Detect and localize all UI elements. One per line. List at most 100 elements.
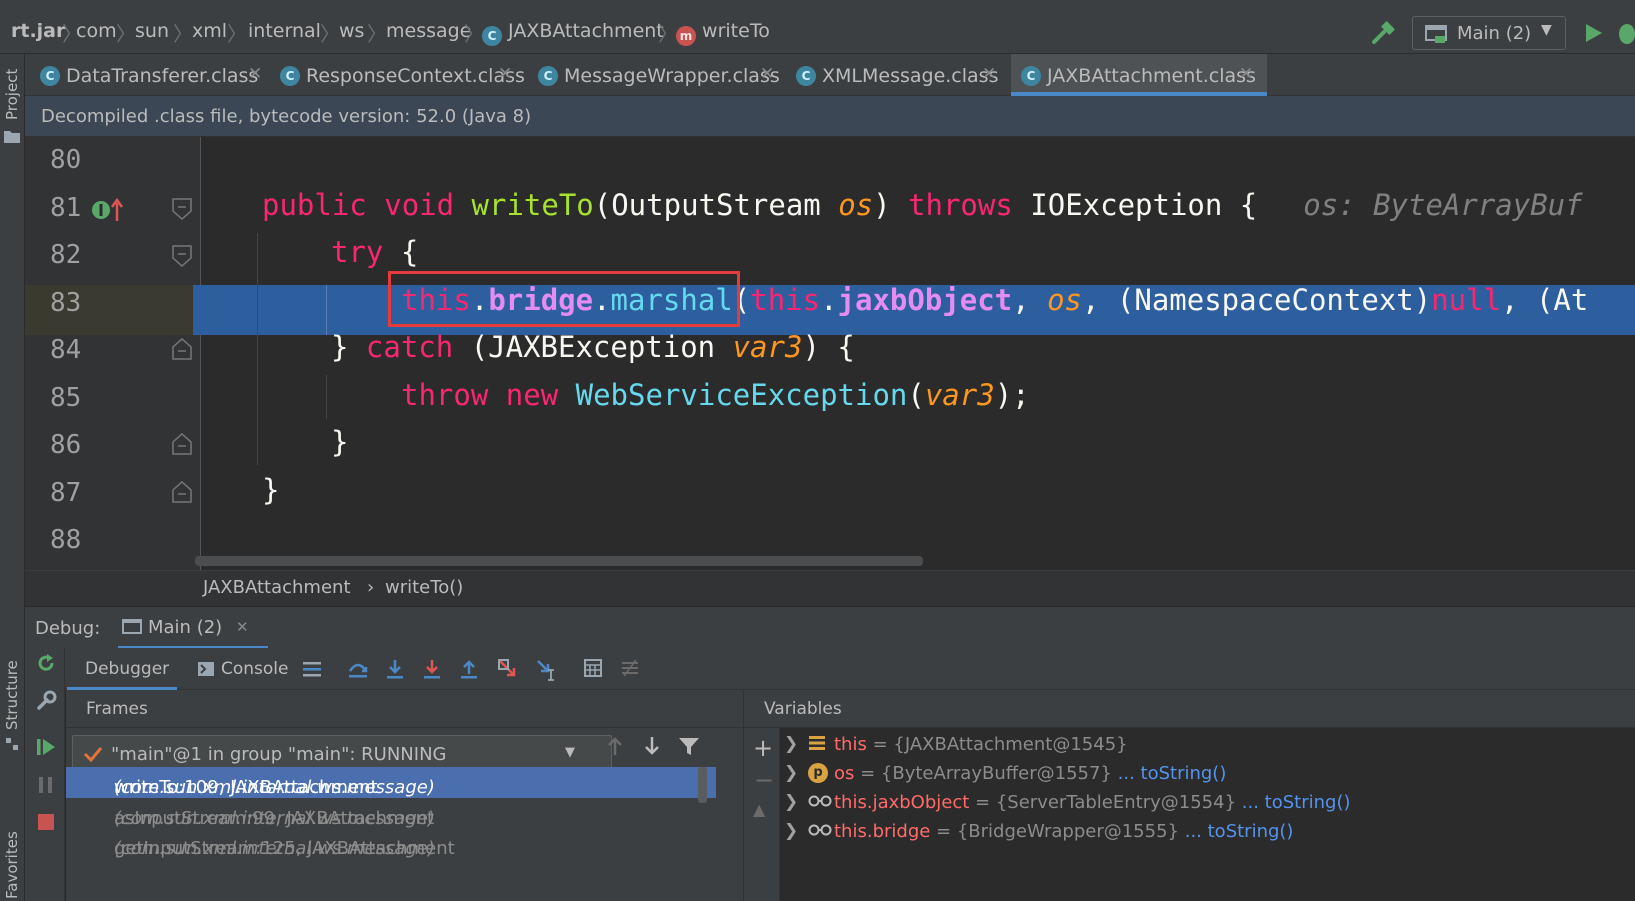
tab-datatransferer[interactable]: C DataTransferer.class ✕ — [30, 54, 270, 96]
to-string-link[interactable]: ... toString() — [1242, 792, 1351, 813]
breadcrumb-internal[interactable]: internal — [248, 20, 321, 42]
breadcrumb-class-label: JAXBAttachment — [508, 20, 664, 42]
tab-console-label: Console — [221, 659, 289, 679]
chevron-down-icon: ▼ — [1541, 22, 1552, 38]
variables-panel: Variables + − ▲ ❯ this = {JAXBAttachment… — [743, 690, 1635, 901]
show-execution-point-icon[interactable] — [302, 660, 322, 678]
frame-package: (com.sun.xml.internal.ws.message) — [114, 808, 435, 829]
code-editor[interactable]: 80 81 82 83 84 85 86 87 88 public void w… — [25, 137, 1635, 590]
breadcrumb-com[interactable]: com — [76, 20, 117, 42]
breadcrumb-message[interactable]: message — [386, 20, 471, 42]
breadcrumb-separator: 〉 — [116, 22, 136, 46]
favorites-tool-button[interactable]: Favorites — [3, 831, 21, 899]
class-icon: C — [40, 66, 60, 86]
move-up-icon[interactable]: ▲ — [753, 800, 765, 819]
tab-jaxbattachment[interactable]: C JAXBAttachment.class ✕ — [1011, 54, 1267, 96]
frames-header: Frames — [66, 690, 743, 728]
structure-tool-button[interactable]: Structure — [3, 660, 21, 730]
line-number: 86 — [50, 430, 82, 460]
breadcrumb-separator: 〉 — [464, 22, 484, 46]
run-to-cursor-icon[interactable] — [535, 658, 559, 682]
chevron-right-icon[interactable]: ❯ — [784, 763, 798, 783]
filter-icon[interactable] — [678, 736, 700, 756]
horizontal-scrollbar[interactable] — [195, 556, 923, 566]
debug-bug-icon[interactable] — [1615, 20, 1635, 46]
tab-label: ResponseContext.class — [306, 65, 525, 87]
fold-icon[interactable] — [171, 197, 193, 221]
implements-method-icon[interactable] — [91, 197, 127, 223]
breadcrumb-sun[interactable]: sun — [135, 20, 169, 42]
rerun-icon[interactable] — [35, 652, 57, 674]
unfold-icon[interactable] — [171, 432, 193, 456]
debug-side-actions — [25, 648, 65, 901]
tab-xmlmessage[interactable]: C XMLMessage.class ✕ — [786, 54, 1011, 96]
frame-row[interactable]: asInputStream:99, JAXBAttachment (com.su… — [66, 798, 716, 829]
breadcrumb-class[interactable]: C JAXBAttachment — [482, 20, 664, 46]
chevron-right-icon[interactable]: ❯ — [784, 821, 798, 841]
settings-wrench-icon[interactable] — [35, 690, 57, 712]
unfold-icon[interactable] — [171, 337, 193, 361]
trace-current-stream-icon[interactable] — [620, 658, 640, 678]
close-icon[interactable]: ✕ — [1239, 64, 1253, 84]
thread-label: "main"@1 in group "main": RUNNING — [111, 744, 447, 765]
breadcrumb-ws[interactable]: ws — [339, 20, 364, 42]
run-configuration-dropdown[interactable]: Main (2) ▼ — [1412, 16, 1566, 50]
tab-label: DataTransferer.class — [66, 65, 259, 87]
to-string-link[interactable]: ... toString() — [1185, 821, 1294, 842]
step-into-icon[interactable] — [385, 658, 405, 680]
variable-name: this.bridge — [834, 821, 931, 842]
pause-program-icon[interactable] — [35, 774, 57, 796]
project-tool-button[interactable]: Project — [3, 69, 21, 120]
breadcrumb-rt-jar[interactable]: rt.jar — [11, 20, 65, 42]
editor-breadcrumb-class[interactable]: JAXBAttachment — [203, 577, 351, 598]
debug-session-tab[interactable]: Main (2) ✕ — [118, 607, 268, 649]
build-hammer-icon[interactable] — [1370, 20, 1396, 46]
run-icon[interactable] — [1582, 22, 1604, 44]
breadcrumb-xml[interactable]: xml — [192, 20, 227, 42]
to-string-link[interactable]: ... toString() — [1118, 763, 1227, 784]
close-icon[interactable]: ✕ — [498, 64, 512, 84]
variable-value: {JAXBAttachment@1545} — [893, 734, 1128, 755]
step-over-icon[interactable] — [347, 659, 369, 679]
close-icon[interactable]: ✕ — [236, 618, 249, 636]
tab-label: MessageWrapper.class — [564, 65, 780, 87]
highlight-annotation-box — [388, 271, 740, 327]
close-icon[interactable]: ✕ — [982, 64, 996, 84]
tab-debugger-label: Debugger — [85, 659, 170, 679]
line-number: 80 — [50, 145, 82, 175]
next-frame-icon[interactable] — [642, 735, 662, 757]
editor-breadcrumb-method[interactable]: writeTo() — [385, 577, 463, 598]
fold-icon[interactable] — [171, 244, 193, 268]
step-out-icon[interactable] — [459, 658, 479, 680]
tab-messagewrapper[interactable]: C MessageWrapper.class ✕ — [528, 54, 786, 96]
frame-row-selected[interactable]: writeTo:109, JAXBAttachment (com.sun.xml… — [66, 767, 716, 798]
evaluate-expression-icon[interactable] — [583, 658, 603, 678]
editor-tab-bar: C DataTransferer.class ✕ C ResponseConte… — [25, 54, 1635, 96]
tab-console[interactable]: Console — [193, 648, 299, 690]
unfold-icon[interactable] — [171, 480, 193, 504]
line-number: 85 — [50, 383, 82, 413]
breadcrumb-method[interactable]: m writeTo — [676, 20, 770, 46]
variable-equals: = — [969, 792, 996, 813]
close-icon[interactable]: ✕ — [760, 64, 774, 84]
application-icon — [1425, 25, 1447, 43]
navigation-bar: rt.jar 〉 com 〉 sun 〉 xml 〉 internal 〉 ws… — [0, 0, 1635, 54]
remove-watch-icon[interactable]: − — [754, 766, 774, 794]
force-step-into-icon[interactable] — [422, 658, 442, 680]
tab-responsecontext[interactable]: C ResponseContext.class ✕ — [270, 54, 528, 96]
close-icon[interactable]: ✕ — [248, 64, 262, 84]
console-icon — [198, 662, 214, 676]
previous-frame-icon[interactable] — [605, 735, 625, 757]
chevron-right-icon[interactable]: ❯ — [784, 792, 798, 812]
frames-scrollbar[interactable] — [698, 767, 707, 803]
add-watch-icon[interactable]: + — [753, 734, 773, 762]
class-icon: C — [538, 66, 558, 86]
chevron-right-icon[interactable]: ❯ — [784, 734, 798, 754]
tab-debugger[interactable]: Debugger — [67, 648, 177, 690]
indent-guide — [326, 285, 327, 335]
variables-side-toolbar: + − ▲ — [744, 728, 780, 901]
drop-frame-icon[interactable] — [497, 658, 519, 680]
frame-row[interactable]: getInputStream:125, JAXBAttachment (com.… — [66, 828, 716, 859]
stop-icon[interactable] — [35, 811, 57, 833]
resume-program-icon[interactable] — [35, 736, 57, 758]
